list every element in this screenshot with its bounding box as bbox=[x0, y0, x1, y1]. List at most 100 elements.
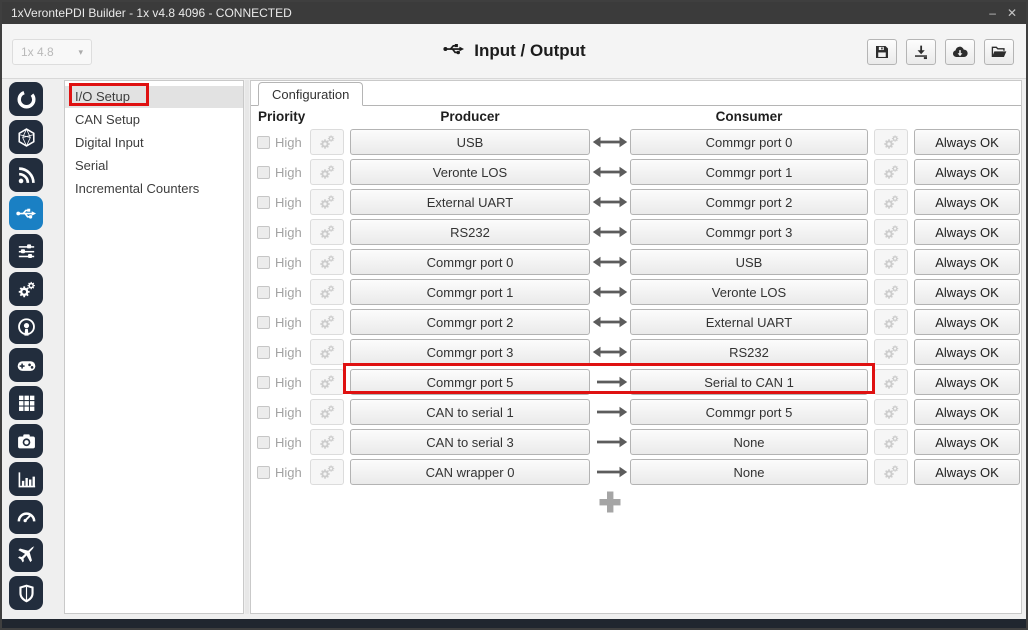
priority-high-label: High bbox=[275, 405, 305, 420]
open-folder-button[interactable] bbox=[984, 39, 1014, 65]
column-header-producer: Producer bbox=[440, 109, 499, 124]
sidebar-icon-camera[interactable] bbox=[9, 424, 43, 458]
sidebar-icon-plane[interactable] bbox=[9, 538, 43, 572]
sidebar-icon-grid[interactable] bbox=[9, 386, 43, 420]
producer-settings-button bbox=[310, 309, 344, 335]
priority-high-label: High bbox=[275, 225, 305, 240]
sidebar-icon-gears[interactable] bbox=[9, 272, 43, 306]
sidebar-icon-hexagon-mesh[interactable] bbox=[9, 120, 43, 154]
sidebar-icon-usb[interactable] bbox=[9, 196, 43, 230]
status-ok-button[interactable]: Always OK bbox=[914, 279, 1020, 305]
menu-item-can-setup[interactable]: CAN Setup bbox=[65, 109, 243, 131]
consumer-settings-button bbox=[874, 279, 908, 305]
io-menu-panel: I/O SetupCAN SetupDigital InputSerialInc… bbox=[64, 80, 244, 614]
priority-high-checkbox bbox=[257, 466, 270, 479]
producer-settings-button bbox=[310, 159, 344, 185]
status-ok-button[interactable]: Always OK bbox=[914, 309, 1020, 335]
consumer-button[interactable]: External UART bbox=[630, 309, 868, 335]
status-ok-button[interactable]: Always OK bbox=[914, 159, 1020, 185]
bidirectional-arrow-icon bbox=[590, 346, 630, 358]
status-ok-button[interactable]: Always OK bbox=[914, 219, 1020, 245]
sidebar-icon-shield[interactable] bbox=[9, 576, 43, 610]
consumer-button[interactable]: USB bbox=[630, 249, 868, 275]
producer-button[interactable]: CAN to serial 1 bbox=[350, 399, 590, 425]
consumer-button[interactable]: Serial to CAN 1 bbox=[630, 369, 868, 395]
producer-settings-button bbox=[310, 399, 344, 425]
status-ok-button[interactable]: Always OK bbox=[914, 399, 1020, 425]
app-window: 1xVerontePDI Builder - 1x v4.8 4096 - CO… bbox=[0, 0, 1028, 630]
producer-settings-button bbox=[310, 189, 344, 215]
tab-configuration[interactable]: Configuration bbox=[258, 82, 363, 106]
producer-button[interactable]: External UART bbox=[350, 189, 590, 215]
add-row-button[interactable] bbox=[597, 489, 623, 515]
producer-settings-button bbox=[310, 249, 344, 275]
consumer-button[interactable]: RS232 bbox=[630, 339, 868, 365]
right-arrow-icon bbox=[590, 376, 630, 388]
priority-high-label: High bbox=[275, 375, 305, 390]
status-ok-button[interactable]: Always OK bbox=[914, 459, 1020, 485]
producer-button[interactable]: Commgr port 2 bbox=[350, 309, 590, 335]
status-ok-button[interactable]: Always OK bbox=[914, 249, 1020, 275]
status-ok-button[interactable]: Always OK bbox=[914, 129, 1020, 155]
consumer-button[interactable]: None bbox=[630, 459, 868, 485]
right-arrow-icon bbox=[590, 466, 630, 478]
io-row: HighCommgr port 0USBAlways OK bbox=[251, 247, 1021, 277]
consumer-settings-button bbox=[874, 339, 908, 365]
bidirectional-arrow-icon bbox=[590, 136, 630, 148]
producer-button[interactable]: Commgr port 0 bbox=[350, 249, 590, 275]
status-ok-button[interactable]: Always OK bbox=[914, 189, 1020, 215]
consumer-settings-button bbox=[874, 459, 908, 485]
consumer-settings-button bbox=[874, 219, 908, 245]
sidebar-icon-gauge[interactable] bbox=[9, 500, 43, 534]
producer-settings-button bbox=[310, 129, 344, 155]
io-row: HighCAN wrapper 0NoneAlways OK bbox=[251, 457, 1021, 487]
consumer-button[interactable]: Commgr port 2 bbox=[630, 189, 868, 215]
right-arrow-icon bbox=[590, 406, 630, 418]
priority-high-checkbox bbox=[257, 316, 270, 329]
sidebar-icon-bar-chart[interactable] bbox=[9, 462, 43, 496]
producer-button[interactable]: CAN to serial 3 bbox=[350, 429, 590, 455]
consumer-button[interactable]: Commgr port 5 bbox=[630, 399, 868, 425]
minimize-button[interactable]: – bbox=[989, 2, 996, 24]
close-button[interactable]: ✕ bbox=[1007, 2, 1017, 24]
toolbar-buttons bbox=[867, 39, 1014, 65]
consumer-button[interactable]: Commgr port 1 bbox=[630, 159, 868, 185]
menu-item-serial[interactable]: Serial bbox=[65, 155, 243, 177]
producer-button[interactable]: Commgr port 5 bbox=[350, 369, 590, 395]
producer-button[interactable]: RS232 bbox=[350, 219, 590, 245]
download-button[interactable] bbox=[906, 39, 936, 65]
status-ok-button[interactable]: Always OK bbox=[914, 369, 1020, 395]
priority-high-checkbox bbox=[257, 196, 270, 209]
menu-item-i-o-setup[interactable]: I/O Setup bbox=[65, 86, 243, 108]
toolbar: 1x 4.8 ▾ Input / Output bbox=[2, 24, 1026, 79]
status-ok-button[interactable]: Always OK bbox=[914, 429, 1020, 455]
cloud-download-button[interactable] bbox=[945, 39, 975, 65]
column-header-consumer: Consumer bbox=[716, 109, 783, 124]
menu-item-digital-input[interactable]: Digital Input bbox=[65, 132, 243, 154]
consumer-button[interactable]: Veronte LOS bbox=[630, 279, 868, 305]
io-row: High Commgr port 5 Serial to CAN 1 Always O… bbox=[251, 367, 1021, 397]
producer-button[interactable]: USB bbox=[350, 129, 590, 155]
priority-high-checkbox bbox=[257, 286, 270, 299]
producer-settings-button bbox=[310, 369, 344, 395]
priority-high-label: High bbox=[275, 345, 305, 360]
save-button[interactable] bbox=[867, 39, 897, 65]
consumer-button[interactable]: Commgr port 3 bbox=[630, 219, 868, 245]
consumer-button[interactable]: None bbox=[630, 429, 868, 455]
producer-button[interactable]: Commgr port 1 bbox=[350, 279, 590, 305]
producer-button[interactable]: Veronte LOS bbox=[350, 159, 590, 185]
sidebar-icon-loop[interactable] bbox=[9, 82, 43, 116]
producer-button[interactable]: Commgr port 3 bbox=[350, 339, 590, 365]
producer-button[interactable]: CAN wrapper 0 bbox=[350, 459, 590, 485]
consumer-button[interactable]: Commgr port 0 bbox=[630, 129, 868, 155]
sidebar-icon-gamepad[interactable] bbox=[9, 348, 43, 382]
sidebar-icon-podcast[interactable] bbox=[9, 310, 43, 344]
consumer-settings-button bbox=[874, 249, 908, 275]
bidirectional-arrow-icon bbox=[590, 316, 630, 328]
menu-item-incremental-counters[interactable]: Incremental Counters bbox=[65, 178, 243, 200]
status-ok-button[interactable]: Always OK bbox=[914, 339, 1020, 365]
titlebar: 1xVerontePDI Builder - 1x v4.8 4096 - CO… bbox=[2, 2, 1026, 24]
sidebar-icon-sliders[interactable] bbox=[9, 234, 43, 268]
device-version-label: 1x 4.8 bbox=[21, 45, 54, 59]
sidebar-icon-rss[interactable] bbox=[9, 158, 43, 192]
